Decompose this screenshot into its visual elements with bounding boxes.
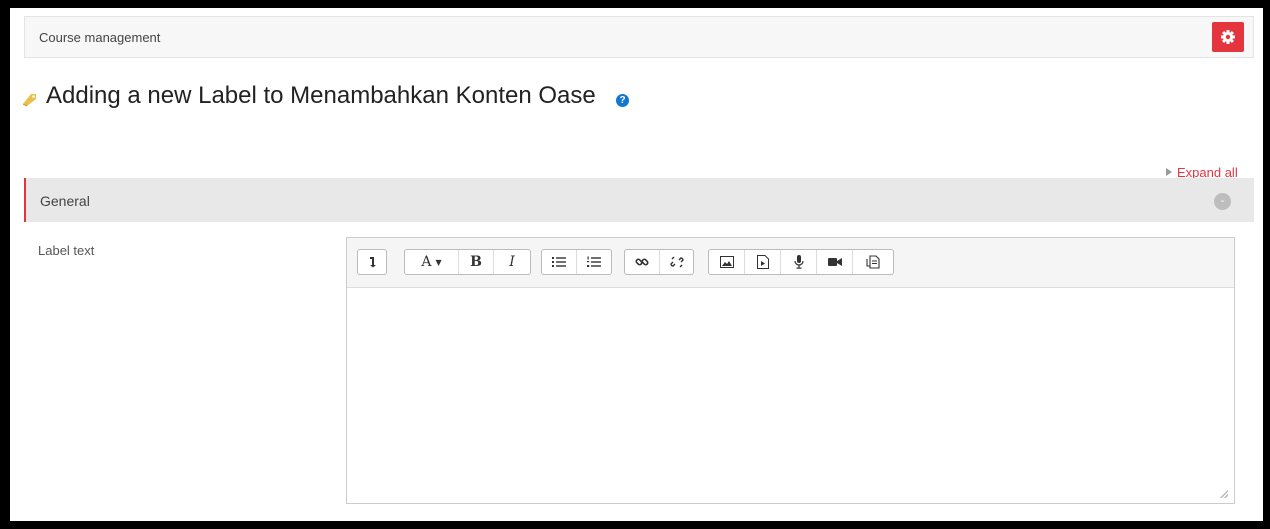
help-icon[interactable]: ?: [616, 94, 629, 107]
toolbar-group-style: A ▼ B I: [404, 249, 531, 275]
unordered-list-button[interactable]: [542, 250, 577, 274]
label-text-field-label: Label text: [38, 243, 95, 258]
link-button[interactable]: [625, 250, 660, 274]
media-button[interactable]: [745, 250, 781, 274]
frame-bottom-border: [0, 521, 1270, 529]
editor-content-area[interactable]: [347, 288, 1234, 503]
record-video-icon: [827, 258, 842, 266]
course-management-label: Course management: [39, 30, 161, 45]
toolbar-group-lists: [541, 249, 612, 275]
frame-right-border: [1263, 0, 1270, 529]
unlink-icon: [669, 256, 684, 268]
media-icon: [756, 255, 769, 269]
font-style-button[interactable]: A ▼: [405, 250, 459, 274]
bold-button[interactable]: B: [459, 250, 494, 274]
tag-icon: [22, 94, 36, 107]
frame-top-border: [0, 0, 1270, 8]
show-more-button[interactable]: [358, 250, 386, 274]
record-video-button[interactable]: [817, 250, 853, 274]
italic-icon: I: [509, 254, 515, 270]
general-section-header[interactable]: General -: [24, 178, 1254, 222]
manage-files-icon: [866, 255, 880, 269]
dropdown-caret-icon: ▼: [435, 257, 442, 267]
gear-icon: [1221, 30, 1235, 44]
collapse-icon[interactable]: -: [1214, 193, 1231, 210]
expand-arrow-icon: [1166, 168, 1172, 176]
label-text-editor[interactable]: A ▼ B I: [346, 237, 1235, 504]
unordered-list-icon: [552, 257, 566, 267]
editor-toolbar: A ▼ B I: [347, 238, 1234, 288]
show-more-icon: [370, 257, 376, 268]
course-management-bar: Course management: [24, 16, 1254, 58]
italic-button[interactable]: I: [494, 250, 530, 274]
image-icon: [719, 256, 734, 268]
record-audio-button[interactable]: [781, 250, 817, 274]
course-settings-button[interactable]: [1212, 22, 1244, 52]
manage-files-button[interactable]: [853, 250, 893, 274]
record-audio-icon: [793, 255, 804, 269]
toolbar-group-more: [357, 249, 387, 275]
page-title: Adding a new Label to Menambahkan Konten…: [46, 82, 596, 109]
font-style-icon: A: [421, 254, 432, 270]
ordered-list-button[interactable]: [577, 250, 611, 274]
unlink-button[interactable]: [660, 250, 693, 274]
toolbar-group-media: [708, 249, 894, 275]
bold-icon: B: [470, 254, 482, 270]
resize-handle-icon[interactable]: [1220, 490, 1228, 498]
ordered-list-icon: [587, 256, 601, 267]
frame-left-border: [0, 0, 10, 529]
link-icon: [635, 258, 649, 266]
image-button[interactable]: [709, 250, 745, 274]
section-title: General: [40, 193, 90, 209]
toolbar-group-links: [624, 249, 694, 275]
